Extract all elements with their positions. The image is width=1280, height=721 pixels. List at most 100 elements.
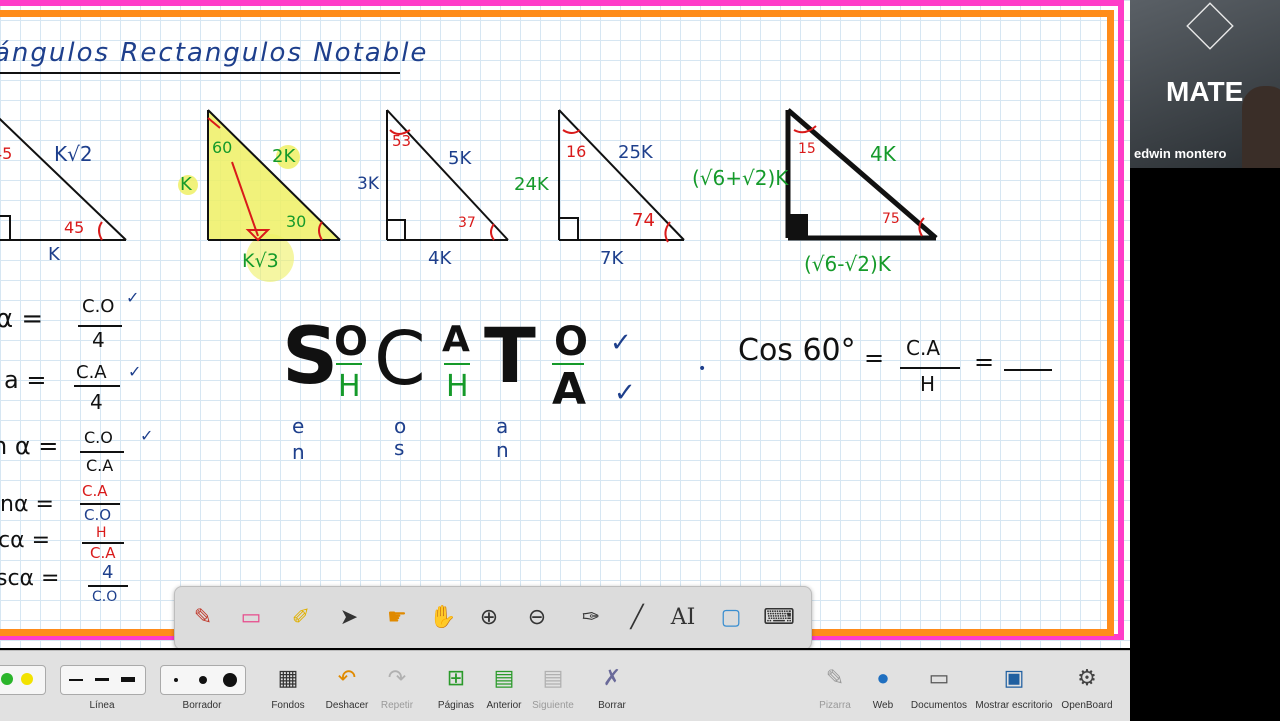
tri3-leg: 3K <box>357 174 379 194</box>
tri3-angle-bottom: 37 <box>458 215 476 231</box>
zoom-out-tool[interactable]: ⊖ <box>519 599 555 635</box>
socato-h2: H <box>446 369 469 404</box>
tri4-base: 7K <box>600 248 624 269</box>
eraser-small[interactable] <box>174 678 178 682</box>
formula-5-den: C.A <box>90 544 116 562</box>
pointer-icon: ➤ <box>339 604 359 629</box>
webcam-name: edwin montero <box>1134 146 1227 161</box>
webcam-feed: MATE edwin montero <box>1130 0 1280 168</box>
keyboard-icon: ⌨ <box>763 604 795 629</box>
color-green-swatch[interactable] <box>1 673 13 685</box>
tri1-base: K <box>48 244 60 265</box>
show-desktop-button[interactable]: ▣ Mostrar escritorio <box>972 651 1056 721</box>
text-icon: AI <box>670 604 696 630</box>
capture-icon: ▢ <box>720 604 742 629</box>
line-thin[interactable] <box>69 679 83 681</box>
text-tool[interactable]: AI <box>665 599 701 635</box>
socato-o1: O <box>334 319 369 365</box>
redo-button[interactable]: ↷ Repetir <box>374 651 420 721</box>
socato-a2: A <box>552 364 587 415</box>
formula-2-num: C.A <box>76 362 107 383</box>
highlighter-tool[interactable]: ✐ <box>283 599 319 635</box>
previous-label: Anterior <box>486 700 522 711</box>
hand-tool[interactable]: ✋ <box>425 599 461 635</box>
cos-eq2: = <box>974 348 995 376</box>
cos-eq: = <box>864 344 885 372</box>
webcam-person <box>1242 86 1280 168</box>
line-medium[interactable] <box>95 678 109 681</box>
zoom-in-icon: ⊕ <box>479 604 499 629</box>
line-label: Línea <box>89 700 115 711</box>
formula-6-lhs: scα = <box>0 566 60 591</box>
formula-1-check: ✓ <box>126 288 140 307</box>
eraser-size-group: Borrador <box>160 651 246 721</box>
color-yellow-swatch[interactable] <box>21 673 33 685</box>
whiteboard-canvas[interactable]: ángulos Rectangulos Notable 5 K√2 45 K 6… <box>0 0 1130 648</box>
hand-icon: ✋ <box>429 604 457 629</box>
formula-2-den: 4 <box>90 390 103 414</box>
next-label: Siguiente <box>532 700 574 711</box>
backgrounds-button[interactable]: ▦ Fondos <box>264 651 312 721</box>
laser-tool[interactable]: ☛ <box>379 599 415 635</box>
tri2-angle-bottom: 30 <box>286 212 307 231</box>
redo-label: Repetir <box>380 700 414 711</box>
tri5-leg: (√6+√2)K <box>692 166 789 190</box>
web-label: Web <box>872 700 894 711</box>
tri2-angle-top: 60 <box>212 138 233 157</box>
laser-icon: ☛ <box>387 604 407 629</box>
openboard-button[interactable]: ⚙ OpenBoard <box>1058 651 1116 721</box>
line-width-selector[interactable] <box>60 665 146 695</box>
tri1-angle-bottom: 45 <box>64 218 85 237</box>
folder-icon: ▭ <box>928 665 950 690</box>
tri4-leg: 24K <box>514 174 549 195</box>
formula-1-lhs: α = <box>0 304 44 334</box>
formula-3-lhs: n α = <box>0 432 59 460</box>
color-palette[interactable] <box>0 665 46 695</box>
documents-button[interactable]: ▭ Documentos <box>906 651 972 721</box>
zoom-out-icon: ⊖ <box>527 604 547 629</box>
socato-s: S <box>282 312 339 402</box>
undo-icon: ↶ <box>337 665 357 690</box>
pages-label: Páginas <box>437 700 475 711</box>
redo-icon: ↷ <box>387 665 407 690</box>
clear-page-icon: ✗ <box>602 665 622 690</box>
pen-tool[interactable]: ✎ <box>185 599 221 635</box>
undo-button[interactable]: ↶ Deshacer <box>322 651 372 721</box>
eraser-size-selector[interactable] <box>160 665 246 695</box>
formula-5-num: H <box>96 525 107 541</box>
socato-under-o: o <box>394 414 407 438</box>
tri3-base: 4K <box>428 248 452 269</box>
keyboard-tool[interactable]: ⌨ <box>761 599 797 635</box>
pages-button[interactable]: ⊞ Páginas <box>434 651 478 721</box>
formula-4-lhs: nα = <box>0 492 54 517</box>
zoom-in-tool[interactable]: ⊕ <box>471 599 507 635</box>
socato-under-n1: n <box>292 440 305 464</box>
line-thick[interactable] <box>121 677 135 682</box>
formula-1-num: C.O <box>82 296 115 317</box>
clear-button[interactable]: ✗ Borrar <box>590 651 634 721</box>
eraser-tool[interactable]: ▭ <box>233 599 269 635</box>
eraser-large[interactable] <box>223 673 237 687</box>
formula-1-den: 4 <box>92 328 105 352</box>
capture-tool[interactable]: ▢ <box>713 599 749 635</box>
tri1-hyp: K√2 <box>54 142 93 166</box>
formula-2-lhs: a = <box>4 366 47 394</box>
openboard-label: OpenBoard <box>1061 700 1113 711</box>
board-button[interactable]: ✎ Pizarra <box>812 651 858 721</box>
eraser-medium[interactable] <box>199 676 207 684</box>
web-button[interactable]: ● Web <box>862 651 904 721</box>
previous-button[interactable]: ▤ Anterior <box>482 651 526 721</box>
floating-toolbar: ✎ ▭ ✐ ➤ ☛ ✋ ⊕ ⊖ ✑ ╱ AI ▢ ⌨ <box>174 586 812 648</box>
cos-dot: • <box>698 361 707 377</box>
formula-6-num: 4 <box>102 562 114 583</box>
dropper-tool[interactable]: ✑ <box>573 599 609 635</box>
next-button[interactable]: ▤ Siguiente <box>528 651 578 721</box>
pen-icon: ✎ <box>193 604 213 629</box>
line-width-group: Línea <box>60 651 146 721</box>
eraser-label: Borrador <box>182 700 222 711</box>
monitor-icon: ▣ <box>1003 665 1025 690</box>
socato-h1: H <box>338 369 361 404</box>
tri5-angle-bottom: 75 <box>882 211 900 227</box>
pointer-tool[interactable]: ➤ <box>331 599 367 635</box>
line-tool[interactable]: ╱ <box>619 599 655 635</box>
